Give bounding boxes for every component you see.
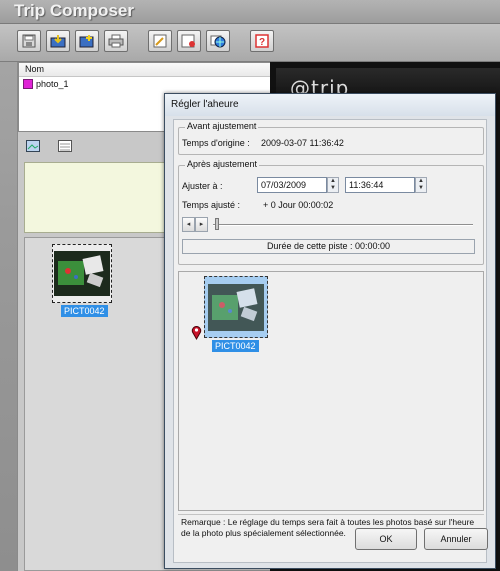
date-spinner[interactable]: ▲ ▼: [327, 177, 339, 193]
help-button[interactable]: ?: [250, 30, 274, 52]
dialog-body: Avant ajustement Temps d'origine : 2009-…: [173, 119, 487, 563]
tab-photos-icon[interactable]: [26, 140, 40, 152]
tag-icon: [181, 34, 195, 48]
adjusted-time-value: + 0 Jour 00:00:02: [263, 200, 334, 210]
spin-down-icon: ▼: [418, 185, 424, 191]
slider-left-button[interactable]: ◂: [182, 217, 195, 232]
adjust-time-dialog: Régler l'aheure Avant ajustement Temps d…: [164, 93, 496, 569]
photo-preview-pane: PICT0042: [178, 271, 484, 511]
time-slider-handle[interactable]: [215, 218, 219, 230]
list-column-header[interactable]: Nom: [19, 63, 270, 77]
slider-right-button[interactable]: ▸: [195, 217, 208, 232]
selected-photo-label: PICT0042: [212, 340, 259, 352]
edit-button[interactable]: [148, 30, 172, 52]
remark-line-1: Remarque : Le réglage du temps sera fait…: [181, 517, 475, 527]
globe-button[interactable]: [206, 30, 230, 52]
after-adjust-legend: Après ajustement: [185, 159, 260, 169]
original-time-value: 2009-03-07 11:36:42: [261, 138, 344, 148]
before-adjust-legend: Avant ajustement: [185, 121, 259, 131]
spin-up-icon: ▲: [330, 178, 336, 184]
photo-image: [54, 251, 110, 296]
help-icon: ?: [255, 34, 269, 48]
adjust-to-label: Ajuster à :: [182, 181, 223, 191]
map-pin-icon: [191, 326, 202, 340]
after-adjust-group: Après ajustement Ajuster à : 07/03/2009 …: [178, 159, 484, 265]
save-button[interactable]: [17, 30, 41, 52]
app-title-bar: Trip Composer: [0, 0, 500, 24]
list-item[interactable]: photo_1: [19, 77, 270, 91]
time-slider-track[interactable]: [213, 224, 473, 226]
spin-down-icon: ▼: [330, 185, 336, 191]
ok-button[interactable]: OK: [355, 528, 417, 550]
thumbnail-label: PICT0042: [61, 305, 108, 317]
duration-label: Durée de cette piste :: [266, 241, 353, 251]
adjust-time-input[interactable]: 11:36:44: [345, 177, 415, 193]
add-photo-icon: [79, 35, 94, 48]
main-toolbar: ?: [0, 24, 500, 62]
import-icon: [50, 35, 66, 48]
add-photo-button[interactable]: [75, 30, 99, 52]
photo-thumbnail[interactable]: [52, 244, 112, 303]
edit-icon: [153, 34, 167, 48]
save-icon: [22, 34, 36, 48]
before-adjust-group: Avant ajustement Temps d'origine : 2009-…: [178, 121, 484, 155]
track-color-swatch: [23, 79, 33, 89]
track-duration-box: Durée de cette piste : 00:00:00: [182, 239, 475, 254]
print-icon: [108, 34, 124, 48]
print-button[interactable]: [104, 30, 128, 52]
photo-image: [208, 283, 264, 331]
adjust-date-input[interactable]: 07/03/2009: [257, 177, 327, 193]
spin-up-icon: ▲: [418, 178, 424, 184]
cancel-button[interactable]: Annuler: [424, 528, 488, 550]
dialog-title: Régler l'aheure: [171, 99, 239, 110]
tab-notes-icon[interactable]: [58, 140, 72, 152]
original-time-label: Temps d'origine :: [182, 138, 250, 148]
dialog-title-bar[interactable]: Régler l'aheure: [165, 94, 495, 116]
time-spinner[interactable]: ▲ ▼: [415, 177, 427, 193]
selected-photo-thumbnail[interactable]: [204, 276, 268, 338]
globe-icon: [210, 35, 226, 48]
adjusted-time-label: Temps ajusté :: [182, 200, 241, 210]
list-item-label: photo_1: [36, 79, 69, 89]
tag-button[interactable]: [177, 30, 201, 52]
app-title: Trip Composer: [14, 1, 134, 20]
duration-value: 00:00:00: [355, 241, 391, 251]
svg-text:?: ?: [259, 37, 265, 48]
import-button[interactable]: [46, 30, 70, 52]
